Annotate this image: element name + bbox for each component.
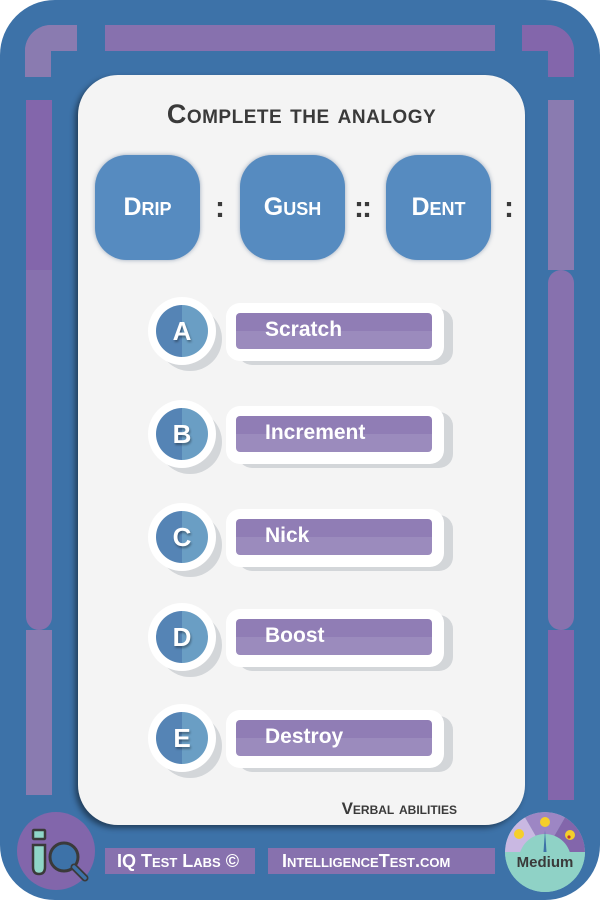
analogy-term-1: Drip <box>95 155 200 260</box>
question-title: Complete the analogy <box>166 99 437 129</box>
option-d[interactable]: D Boost <box>148 603 453 677</box>
analogy-term-3: Dent <box>386 155 491 260</box>
option-letter-badge[interactable]: B <box>156 408 208 460</box>
iq-test-labs-logo <box>17 812 95 890</box>
hard-face-icon <box>565 830 575 840</box>
test-tube-magnifier-icon <box>31 828 89 882</box>
option-b[interactable]: B Increment <box>148 400 453 474</box>
right-decor-bar <box>548 100 574 270</box>
option-answer-button[interactable]: Increment <box>236 416 432 452</box>
footer-brand: IQ Test Labs © <box>105 848 255 874</box>
option-a[interactable]: A Scratch <box>148 297 453 371</box>
difficulty-gauge: Medium <box>505 812 585 892</box>
option-answer-button[interactable]: Boost <box>236 619 432 655</box>
question-category: Verbal abilities <box>341 799 457 818</box>
left-decor-bar <box>26 630 52 795</box>
difficulty-gauge-graphic <box>505 812 585 892</box>
option-letter-badge[interactable]: E <box>156 712 208 764</box>
option-letter-badge[interactable]: C <box>156 511 208 563</box>
medium-face-icon <box>540 817 550 827</box>
option-e[interactable]: E Destroy <box>148 704 453 778</box>
question-panel: Complete the analogy Drip : Gush :: Dent… <box>78 75 525 825</box>
left-decor-bar <box>26 100 52 270</box>
difficulty-label: Medium <box>516 854 574 871</box>
left-decor-bar <box>26 270 52 630</box>
top-decor-bar <box>105 25 495 51</box>
top-left-decor-corner <box>25 25 77 77</box>
analogy-term-2: Gush <box>240 155 345 260</box>
option-letter-badge[interactable]: D <box>156 611 208 663</box>
option-c[interactable]: C Nick <box>148 503 453 577</box>
right-decor-bar <box>548 270 574 630</box>
option-answer-button[interactable]: Nick <box>236 519 432 555</box>
top-right-decor-corner <box>522 25 574 77</box>
analogy-separator: : <box>215 191 225 224</box>
analogy-separator: :: <box>354 191 372 224</box>
question-card: Complete the analogy Drip : Gush :: Dent… <box>0 0 600 900</box>
right-decor-bar <box>548 630 574 800</box>
footer-site-link[interactable]: IntelligenceTest.com <box>268 848 495 874</box>
easy-face-icon <box>514 829 524 839</box>
option-answer-button[interactable]: Scratch <box>236 313 432 349</box>
analogy-separator: : <box>504 191 514 224</box>
option-letter-badge[interactable]: A <box>156 305 208 357</box>
option-answer-button[interactable]: Destroy <box>236 720 432 756</box>
